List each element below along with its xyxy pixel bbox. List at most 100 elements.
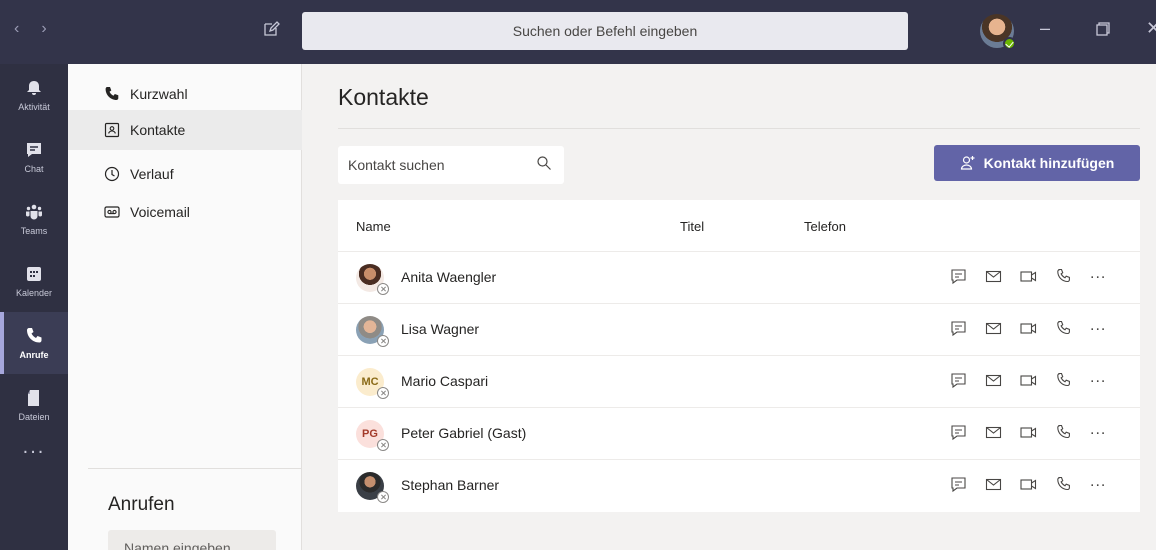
contact-initials: MC: [361, 376, 379, 388]
more-options-icon[interactable]: ...: [1090, 421, 1106, 437]
calendar-icon: [27, 266, 41, 281]
chat-icon[interactable]: [950, 372, 967, 389]
calls-panel: Kurzwahl Kontakte Verlauf Voicemail Anru…: [68, 64, 302, 550]
presence-offline-icon: [377, 283, 389, 295]
chat-icon[interactable]: [950, 476, 967, 493]
minimize-icon[interactable]: –: [1040, 18, 1050, 39]
mail-icon[interactable]: [985, 268, 1002, 285]
phone-icon[interactable]: [1055, 476, 1072, 493]
call-name-input[interactable]: Namen eingeben: [108, 530, 276, 550]
compose-icon[interactable]: [262, 20, 280, 38]
video-call-icon[interactable]: [1020, 320, 1037, 337]
title-bar: ‹ › Suchen oder Befehl eingeben – ✕: [0, 0, 1156, 64]
rail-item-activity[interactable]: Aktivität: [0, 64, 68, 126]
contact-name[interactable]: Peter Gabriel (Gast): [401, 425, 526, 441]
phone-icon: [105, 87, 119, 100]
mail-icon[interactable]: [985, 424, 1002, 441]
rail-label: Kalender: [15, 287, 53, 298]
title-divider: [338, 128, 1140, 129]
column-header-name[interactable]: Name: [356, 219, 391, 234]
close-icon[interactable]: ✕: [1146, 18, 1156, 39]
mail-icon[interactable]: [985, 476, 1002, 493]
chevron-left-icon[interactable]: ‹: [14, 20, 19, 38]
table-row[interactable]: PG Peter Gabriel (Gast) ...: [338, 408, 1140, 460]
table-row[interactable]: Lisa Wagner ...: [338, 304, 1140, 356]
presence-offline-icon: [377, 335, 389, 347]
video-call-icon[interactable]: [1020, 268, 1037, 285]
add-contact-button[interactable]: Kontakt hinzufügen: [934, 145, 1140, 181]
panel-item-label: Verlauf: [130, 166, 174, 182]
search-icon[interactable]: [536, 155, 552, 171]
maximize-icon[interactable]: [1096, 22, 1110, 36]
contact-avatar: MC: [356, 368, 389, 399]
mail-icon[interactable]: [985, 372, 1002, 389]
table-row[interactable]: MC Mario Caspari ...: [338, 356, 1140, 408]
row-actions: ...: [950, 421, 1106, 441]
chevron-right-icon[interactable]: ›: [41, 20, 46, 38]
panel-item-label: Voicemail: [130, 204, 190, 220]
panel-item-history[interactable]: Verlauf: [68, 154, 302, 194]
video-call-icon[interactable]: [1020, 476, 1037, 493]
contact-name[interactable]: Mario Caspari: [401, 373, 488, 389]
rail-item-calendar[interactable]: Kalender: [0, 250, 68, 312]
app-rail: Aktivität Chat Teams Kalender Anrufe Dat…: [0, 64, 68, 550]
contact-avatar: [356, 316, 389, 347]
presence-offline-icon: [377, 387, 389, 399]
rail-label: Aktivität: [18, 101, 50, 112]
rail-label: Dateien: [18, 411, 50, 422]
chat-icon[interactable]: [950, 320, 967, 337]
panel-item-voicemail[interactable]: Voicemail: [68, 192, 302, 232]
contact-card-icon: [104, 122, 120, 138]
mail-icon[interactable]: [985, 320, 1002, 337]
more-apps-icon[interactable]: ...: [0, 436, 68, 459]
contact-name[interactable]: Stephan Barner: [401, 477, 499, 493]
rail-label: Teams: [20, 225, 48, 236]
make-call-heading: Anrufen: [108, 494, 175, 515]
phone-icon[interactable]: [1055, 320, 1072, 337]
user-avatar[interactable]: [980, 14, 1016, 50]
contact-name[interactable]: Anita Waengler: [401, 269, 496, 285]
add-contact-icon: [960, 156, 975, 170]
panel-item-speed-dial[interactable]: Kurzwahl: [68, 74, 302, 114]
contact-initials: PG: [362, 428, 378, 440]
video-call-icon[interactable]: [1020, 372, 1037, 389]
presence-offline-icon: [377, 491, 389, 503]
row-actions: ...: [950, 265, 1106, 285]
table-row[interactable]: Stephan Barner ...: [338, 460, 1140, 512]
row-actions: ...: [950, 473, 1106, 493]
row-actions: ...: [950, 369, 1106, 389]
phone-icon[interactable]: [1055, 268, 1072, 285]
table-row[interactable]: Anita Waengler ...: [338, 252, 1140, 304]
contact-avatar: PG: [356, 420, 389, 451]
column-header-title[interactable]: Titel: [680, 219, 704, 234]
more-options-icon[interactable]: ...: [1090, 317, 1106, 333]
chat-icon: [27, 142, 41, 157]
clock-icon: [104, 166, 120, 182]
contact-name[interactable]: Lisa Wagner: [401, 321, 479, 337]
chat-icon[interactable]: [950, 424, 967, 441]
more-options-icon[interactable]: ...: [1090, 473, 1106, 489]
rail-item-teams[interactable]: Teams: [0, 188, 68, 250]
chat-icon[interactable]: [950, 268, 967, 285]
more-options-icon[interactable]: ...: [1090, 369, 1106, 385]
command-search-box[interactable]: Suchen oder Befehl eingeben: [302, 12, 908, 50]
contact-avatar: [356, 472, 389, 503]
contact-search-input[interactable]: Kontakt suchen: [338, 146, 564, 184]
rail-item-chat[interactable]: Chat: [0, 126, 68, 188]
more-options-icon[interactable]: ...: [1090, 265, 1106, 281]
panel-item-contacts[interactable]: Kontakte: [68, 110, 302, 150]
rail-item-files[interactable]: Dateien: [0, 374, 68, 436]
rail-item-calls[interactable]: Anrufe: [0, 312, 68, 374]
panel-item-label: Kurzwahl: [130, 86, 188, 102]
page-title: Kontakte: [338, 84, 429, 110]
panel-item-label: Kontakte: [130, 122, 186, 138]
video-call-icon[interactable]: [1020, 424, 1037, 441]
file-icon: [28, 389, 39, 406]
phone-icon[interactable]: [1055, 372, 1072, 389]
phone-icon[interactable]: [1055, 424, 1072, 441]
teams-icon: [26, 204, 42, 219]
column-header-phone[interactable]: Telefon: [804, 219, 846, 234]
command-search-placeholder: Suchen oder Befehl eingeben: [512, 23, 698, 39]
contact-search-placeholder: Kontakt suchen: [348, 157, 445, 173]
add-contact-label: Kontakt hinzufügen: [983, 155, 1115, 171]
